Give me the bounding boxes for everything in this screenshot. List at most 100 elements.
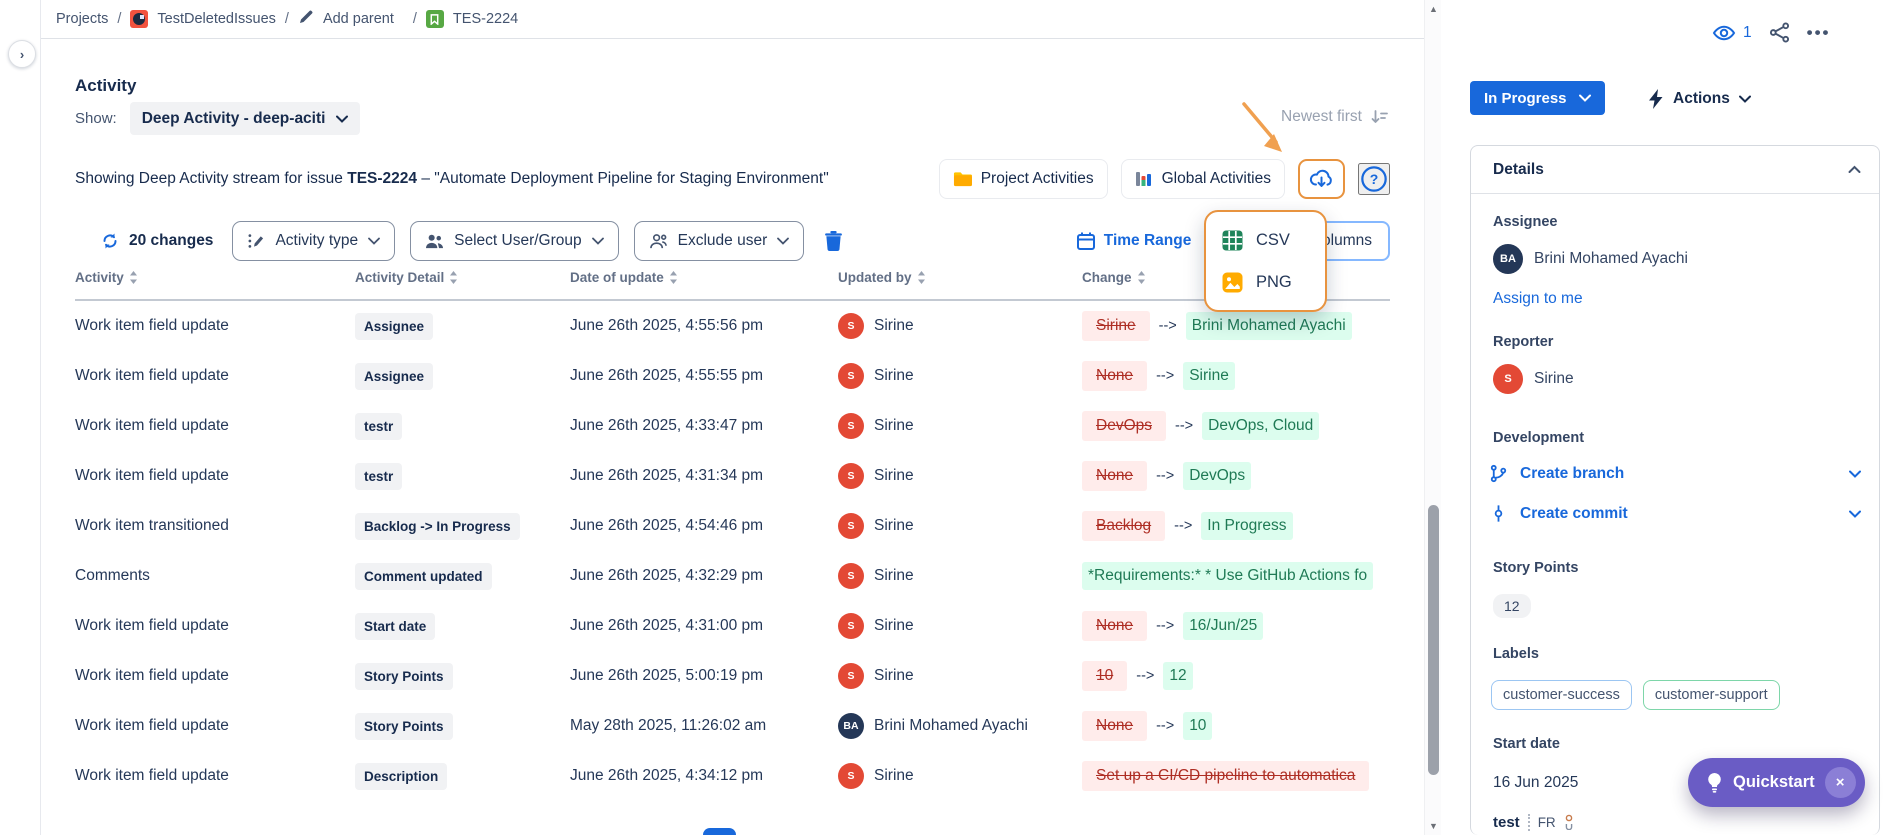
avatar: S bbox=[838, 513, 864, 539]
updated-by-cell: S Sirine bbox=[838, 313, 1082, 339]
chevron-down-icon[interactable] bbox=[1849, 470, 1861, 478]
label-chip[interactable]: customer-support bbox=[1642, 680, 1780, 710]
activity-cell: Work item field update bbox=[75, 767, 229, 784]
column-header-updated-by[interactable]: Updated by bbox=[838, 270, 1082, 285]
branch-icon bbox=[1490, 464, 1507, 483]
quickstart-close-button[interactable]: × bbox=[1824, 767, 1856, 798]
share-button[interactable] bbox=[1769, 22, 1790, 43]
activity-type-icon bbox=[248, 234, 264, 248]
time-range-button[interactable]: Time Range bbox=[1076, 231, 1191, 251]
activity-type-filter[interactable]: Activity type bbox=[232, 221, 396, 261]
sort-order-control[interactable]: Newest first bbox=[1281, 108, 1389, 126]
scrollbar-thumb[interactable] bbox=[1428, 505, 1439, 775]
changes-counter[interactable]: 20 changes bbox=[100, 231, 213, 251]
table-row: Work item field update Story Points May … bbox=[75, 701, 1390, 751]
change-old-value: None bbox=[1082, 361, 1148, 391]
change-arrow: --> bbox=[1175, 418, 1194, 434]
assign-to-me-link[interactable]: Assign to me bbox=[1493, 290, 1583, 308]
activity-detail-badge: Comment updated bbox=[355, 562, 492, 590]
clear-filters-button[interactable] bbox=[823, 230, 844, 252]
bar-chart-icon bbox=[1135, 172, 1151, 186]
users-icon bbox=[426, 234, 444, 248]
updated-by-name: Sirine bbox=[874, 317, 914, 334]
select-user-group-filter[interactable]: Select User/Group bbox=[410, 221, 619, 261]
help-button[interactable]: ? bbox=[1358, 163, 1390, 195]
activity-cell: Work item field update bbox=[75, 717, 229, 734]
vertical-scrollbar[interactable]: ▲ ▼ bbox=[1424, 0, 1441, 835]
activity-cell: Work item field update bbox=[75, 417, 229, 434]
lightbulb-icon bbox=[1708, 772, 1721, 793]
column-header-date[interactable]: Date of update bbox=[570, 270, 838, 285]
labels-list: customer-success customer-support bbox=[1491, 680, 1780, 710]
reporter-avatar: S bbox=[1493, 364, 1523, 394]
change-arrow: --> bbox=[1156, 618, 1175, 634]
breadcrumb-project-link[interactable]: TestDeletedIssues bbox=[157, 11, 275, 27]
export-dropdown-menu: CSV PNG bbox=[1204, 210, 1327, 312]
date-cell: June 26th 2025, 4:31:34 pm bbox=[570, 467, 764, 484]
left-rail-divider bbox=[40, 0, 41, 835]
table-row: Work item field update testr June 26th 2… bbox=[75, 401, 1390, 451]
translate-widget[interactable]: test FR bbox=[1493, 814, 1574, 832]
language-badge[interactable]: FR bbox=[1538, 815, 1556, 830]
change-old-value: None bbox=[1082, 711, 1148, 741]
refresh-icon bbox=[103, 233, 117, 249]
activity-detail-badge: testr bbox=[355, 412, 403, 440]
updated-by-cell: S Sirine bbox=[838, 363, 1082, 389]
sort-icon bbox=[450, 271, 458, 284]
details-panel-header[interactable]: Details bbox=[1471, 146, 1879, 194]
column-header-activity-detail[interactable]: Activity Detail bbox=[355, 270, 570, 285]
change-cell: 10 --> 12 bbox=[1082, 661, 1390, 691]
chevron-down-icon[interactable] bbox=[1849, 510, 1861, 518]
start-date-label: Start date bbox=[1493, 736, 1560, 752]
change-old-value: None bbox=[1082, 461, 1148, 491]
activity-view-dropdown[interactable]: Deep Activity - deep-aciti bbox=[129, 102, 361, 135]
create-commit-button[interactable]: Create commit bbox=[1489, 504, 1861, 523]
actions-dropdown[interactable]: Actions bbox=[1648, 84, 1751, 114]
quickstart-button[interactable]: Quickstart × bbox=[1688, 758, 1865, 807]
export-button[interactable] bbox=[1298, 159, 1345, 199]
change-arrow: --> bbox=[1158, 318, 1177, 334]
scroll-up-arrow[interactable]: ▲ bbox=[1425, 4, 1442, 14]
change-cell: None --> 16/Jun/25 bbox=[1082, 611, 1390, 641]
activity-scope-tabs: Project Activities Global Activities ? bbox=[938, 159, 1390, 199]
status-dropdown[interactable]: In Progress bbox=[1470, 81, 1605, 115]
start-date-value[interactable]: 16 Jun 2025 bbox=[1493, 774, 1578, 792]
export-png-option[interactable]: PNG bbox=[1206, 261, 1325, 303]
story-points-value[interactable]: 12 bbox=[1493, 594, 1531, 618]
avatar: S bbox=[838, 463, 864, 489]
activity-section-title: Activity bbox=[75, 76, 137, 95]
folder-icon bbox=[953, 172, 972, 187]
partial-hidden-button[interactable] bbox=[703, 828, 736, 835]
details-panel: Details Assignee BA Brini Mohamed Ayachi… bbox=[1470, 145, 1880, 835]
tab-global-activities[interactable]: Global Activities bbox=[1120, 159, 1285, 199]
trash-icon bbox=[825, 231, 843, 251]
column-header-activity[interactable]: Activity bbox=[75, 270, 355, 285]
reporter-value[interactable]: S Sirine bbox=[1493, 364, 1574, 394]
chevron-down-icon bbox=[591, 237, 604, 245]
breadcrumb-issue-link[interactable]: TES-2224 bbox=[453, 11, 518, 27]
label-chip[interactable]: customer-success bbox=[1491, 680, 1632, 710]
assignee-value[interactable]: BA Brini Mohamed Ayachi bbox=[1493, 244, 1688, 274]
table-row: Work item field update Assignee June 26t… bbox=[75, 301, 1390, 351]
translate-widget-text: test bbox=[1493, 814, 1520, 831]
breadcrumb-projects-link[interactable]: Projects bbox=[56, 11, 108, 27]
sidebar-expand-button[interactable]: › bbox=[8, 40, 36, 68]
stream-issue-title: "Automate Deployment Pipeline for Stagin… bbox=[434, 170, 829, 187]
watchers-button[interactable]: 1 bbox=[1712, 23, 1752, 43]
change-cell: *Requirements:* * Use GitHub Actions fo bbox=[1082, 562, 1390, 590]
calendar-icon bbox=[1076, 232, 1095, 250]
breadcrumb-add-parent-link[interactable]: Add parent bbox=[323, 11, 394, 27]
tab-project-activities[interactable]: Project Activities bbox=[938, 159, 1108, 199]
updated-by-name: Sirine bbox=[874, 417, 914, 434]
avatar: S bbox=[838, 563, 864, 589]
exclude-user-filter[interactable]: Exclude user bbox=[633, 221, 805, 261]
activity-cell: Work item field update bbox=[75, 617, 229, 634]
chevron-down-icon bbox=[1578, 94, 1591, 102]
scroll-down-arrow[interactable]: ▼ bbox=[1425, 821, 1442, 831]
more-actions-button[interactable]: ••• bbox=[1807, 23, 1831, 43]
avatar: S bbox=[838, 763, 864, 789]
export-csv-option[interactable]: CSV bbox=[1206, 219, 1325, 261]
updated-by-name: Sirine bbox=[874, 467, 914, 484]
create-branch-button[interactable]: Create branch bbox=[1489, 464, 1861, 483]
breadcrumb-separator: / bbox=[117, 11, 122, 27]
